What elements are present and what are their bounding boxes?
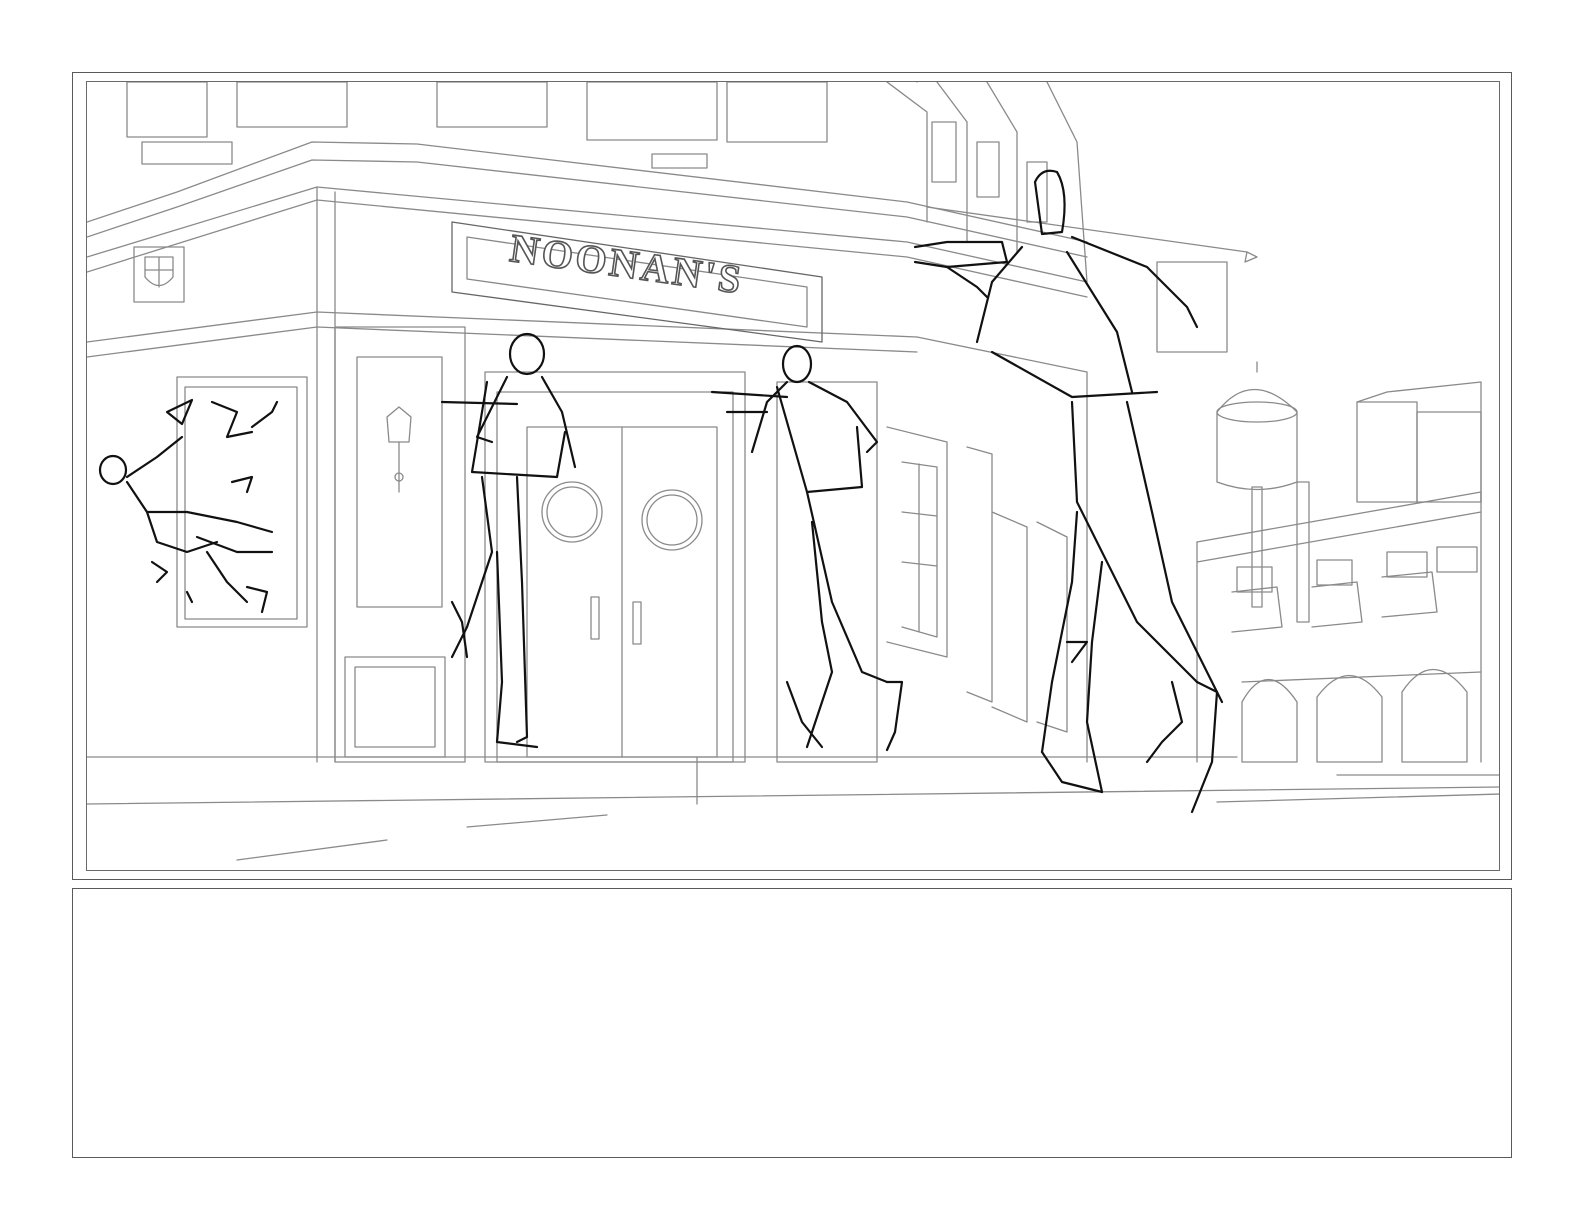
running-figure-3 (913, 169, 1224, 814)
background-buildings (1196, 361, 1482, 763)
panel-sketch: NOONAN'S (87, 82, 1499, 861)
sidewalk (87, 756, 1499, 861)
noonans-building (87, 82, 1258, 763)
sign-text: NOONAN'S (507, 225, 746, 302)
running-figure-2 (710, 344, 904, 752)
storyboard-page: NOONAN'S (0, 0, 1584, 1224)
running-figure-1 (440, 332, 577, 749)
storyboard-panel: NOONAN'S (86, 81, 1500, 871)
panel-notes-box[interactable] (72, 888, 1512, 1158)
figure-through-window (98, 398, 279, 614)
